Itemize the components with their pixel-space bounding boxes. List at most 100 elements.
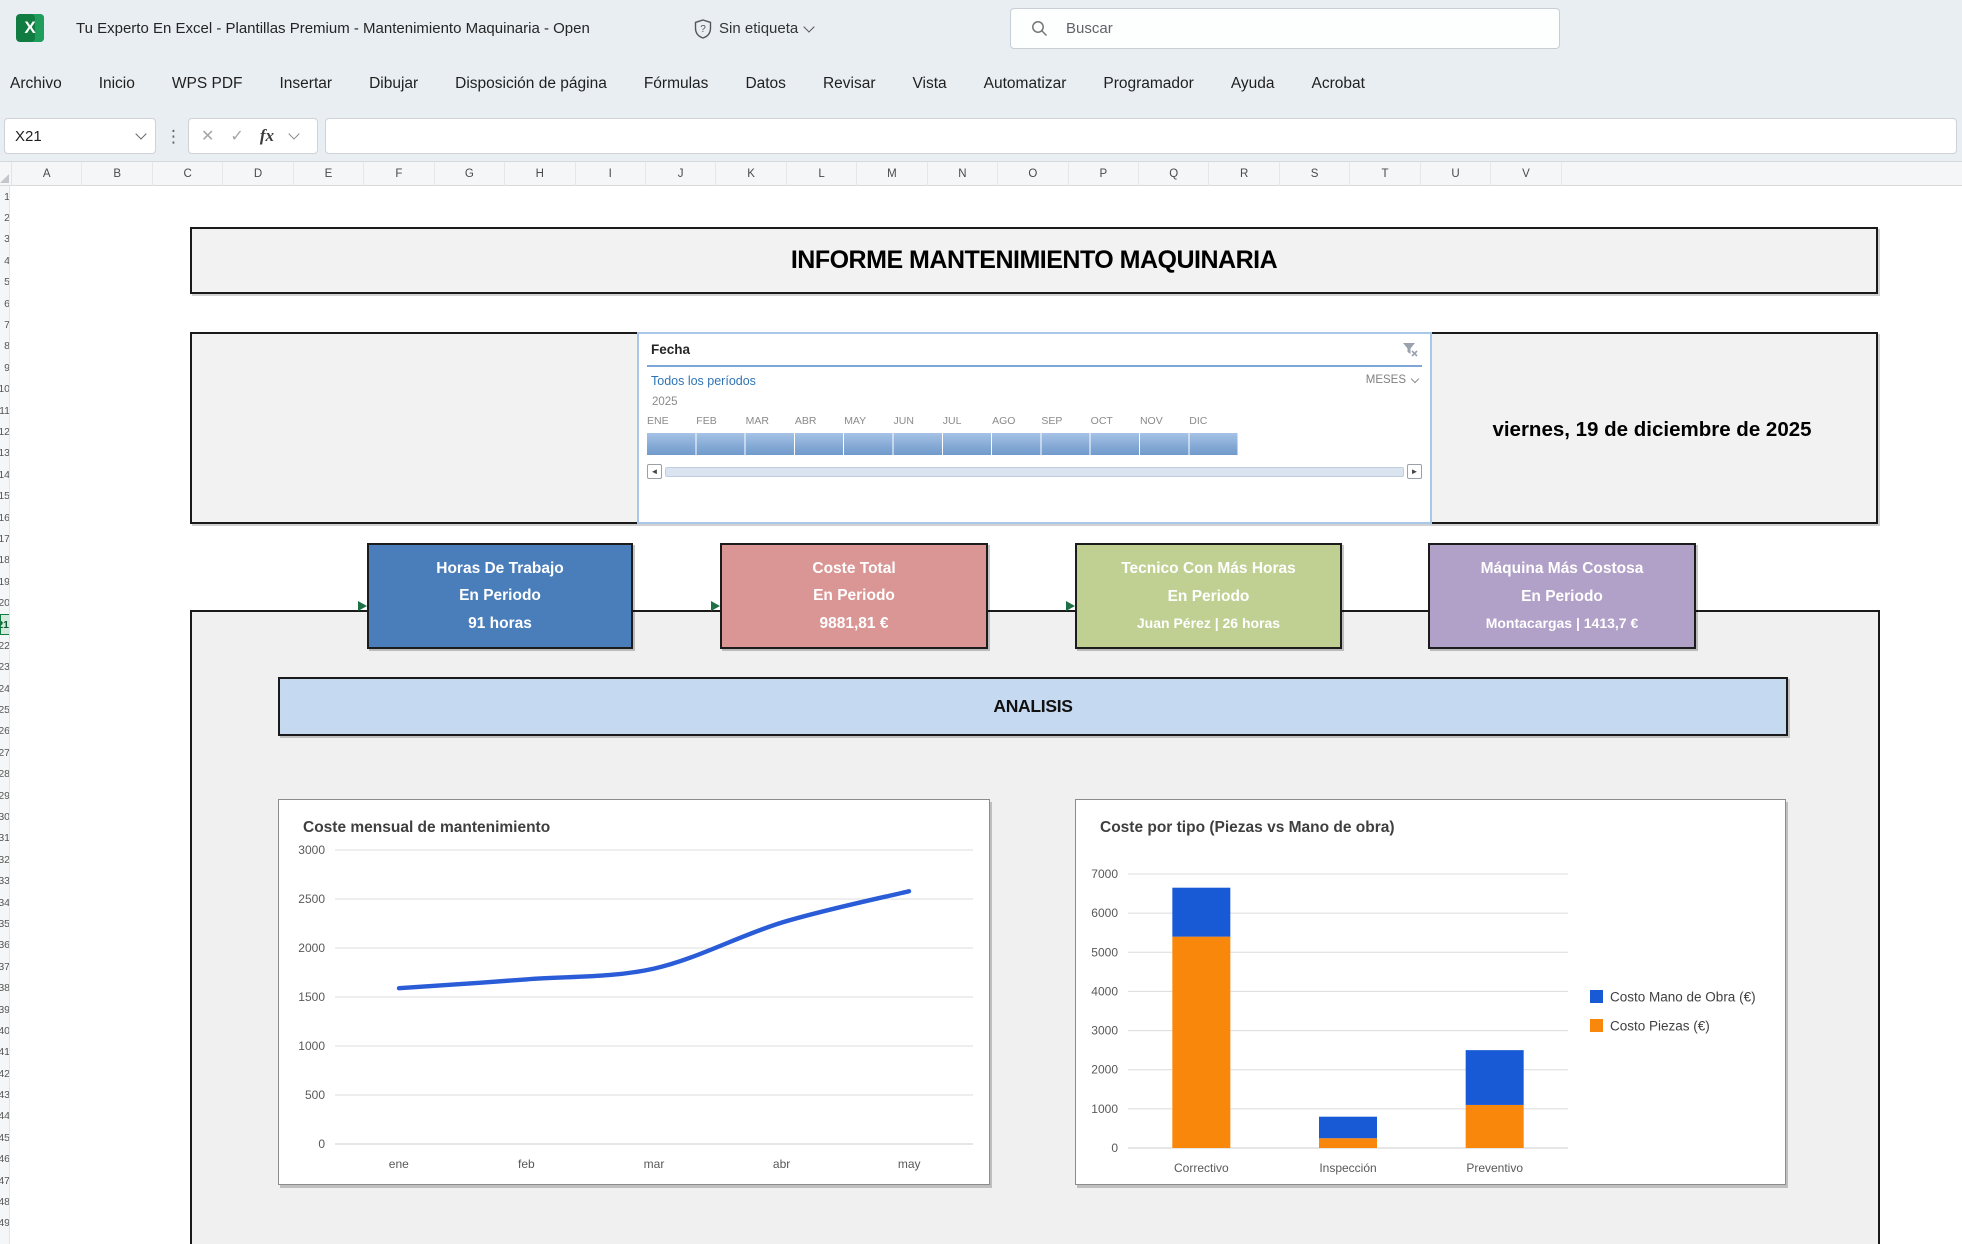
- slicer-month-feb[interactable]: FEB: [696, 415, 745, 429]
- row-header-35[interactable]: 35: [0, 913, 10, 934]
- row-header-46[interactable]: 46: [0, 1149, 10, 1170]
- row-header-34[interactable]: 34: [0, 892, 10, 913]
- row-header-12[interactable]: 12: [0, 421, 10, 442]
- column-header-J[interactable]: J: [646, 162, 716, 186]
- ribbon-tab-automatizar[interactable]: Automatizar: [984, 75, 1067, 93]
- column-header-R[interactable]: R: [1209, 162, 1279, 186]
- slicer-month-jun[interactable]: JUN: [893, 415, 942, 429]
- slicer-month-nov[interactable]: NOV: [1140, 415, 1189, 429]
- ribbon-tab-wps-pdf[interactable]: WPS PDF: [172, 75, 243, 93]
- search-box[interactable]: [1010, 8, 1560, 49]
- search-input[interactable]: [1064, 19, 1504, 38]
- ribbon-tab-revisar[interactable]: Revisar: [823, 75, 876, 93]
- slicer-scrollbar[interactable]: [665, 467, 1404, 477]
- column-header-N[interactable]: N: [928, 162, 998, 186]
- row-header-8[interactable]: 8: [0, 336, 10, 357]
- row-header-48[interactable]: 48: [0, 1191, 10, 1212]
- column-header-S[interactable]: S: [1280, 162, 1350, 186]
- enter-icon[interactable]: ✓: [230, 126, 243, 146]
- column-header-E[interactable]: E: [294, 162, 364, 186]
- slicer-selection-bar[interactable]: [647, 433, 1238, 455]
- slicer-month-mar[interactable]: MAR: [746, 415, 795, 429]
- row-header-27[interactable]: 27: [0, 742, 10, 763]
- row-header-24[interactable]: 24: [0, 678, 10, 699]
- ribbon-tab-disposición-de-página[interactable]: Disposición de página: [455, 75, 607, 93]
- row-header-3[interactable]: 3: [0, 229, 10, 250]
- slicer-month-ene[interactable]: ENE: [647, 415, 696, 429]
- column-header-K[interactable]: K: [716, 162, 786, 186]
- row-header-14[interactable]: 14: [0, 464, 10, 485]
- column-header-I[interactable]: I: [576, 162, 646, 186]
- column-header-V[interactable]: V: [1491, 162, 1561, 186]
- column-header-U[interactable]: U: [1421, 162, 1491, 186]
- column-header-G[interactable]: G: [435, 162, 505, 186]
- row-header-18[interactable]: 18: [0, 550, 10, 571]
- slicer-month-jul[interactable]: JUL: [943, 415, 992, 429]
- cancel-icon[interactable]: ✕: [201, 126, 214, 146]
- row-header-31[interactable]: 31: [0, 828, 10, 849]
- slicer-month-sep[interactable]: SEP: [1041, 415, 1090, 429]
- row-header-42[interactable]: 42: [0, 1063, 10, 1084]
- row-header-49[interactable]: 49: [0, 1213, 10, 1234]
- row-header-33[interactable]: 33: [0, 871, 10, 892]
- row-header-13[interactable]: 13: [0, 443, 10, 464]
- row-header-41[interactable]: 41: [0, 1042, 10, 1063]
- column-header-Q[interactable]: Q: [1139, 162, 1209, 186]
- ribbon-tab-insertar[interactable]: Insertar: [280, 75, 333, 93]
- row-header-37[interactable]: 37: [0, 956, 10, 977]
- slicer-month-may[interactable]: MAY: [844, 415, 893, 429]
- ribbon-tab-datos[interactable]: Datos: [745, 75, 786, 93]
- row-header-45[interactable]: 45: [0, 1127, 10, 1148]
- ribbon-tab-fórmulas[interactable]: Fórmulas: [644, 75, 709, 93]
- row-header-17[interactable]: 17: [0, 528, 10, 549]
- row-header-7[interactable]: 7: [0, 314, 10, 335]
- column-header-C[interactable]: C: [153, 162, 223, 186]
- column-header-O[interactable]: O: [998, 162, 1068, 186]
- row-header-20[interactable]: 20: [0, 592, 10, 613]
- clear-filter-icon[interactable]: [1400, 340, 1420, 360]
- row-header-9[interactable]: 9: [0, 357, 10, 378]
- row-header-2[interactable]: 2: [0, 207, 10, 228]
- slicer-month-ago[interactable]: AGO: [992, 415, 1041, 429]
- name-box[interactable]: X21: [4, 118, 156, 154]
- column-header-P[interactable]: P: [1069, 162, 1139, 186]
- row-header-44[interactable]: 44: [0, 1106, 10, 1127]
- row-header-43[interactable]: 43: [0, 1084, 10, 1105]
- row-header-1[interactable]: 1: [0, 186, 10, 207]
- row-header-32[interactable]: 32: [0, 849, 10, 870]
- row-header-38[interactable]: 38: [0, 977, 10, 998]
- ribbon-tab-archivo[interactable]: Archivo: [10, 75, 62, 93]
- ribbon-tab-programador[interactable]: Programador: [1103, 75, 1193, 93]
- formula-bar-handle[interactable]: ⋮: [165, 127, 182, 147]
- insert-function-icon[interactable]: fx: [260, 126, 274, 146]
- column-header-L[interactable]: L: [787, 162, 857, 186]
- row-header-5[interactable]: 5: [0, 272, 10, 293]
- slicer-scroll-right-button[interactable]: ►: [1407, 464, 1422, 479]
- ribbon-tab-inicio[interactable]: Inicio: [99, 75, 135, 93]
- ribbon-tab-dibujar[interactable]: Dibujar: [369, 75, 418, 93]
- row-header-25[interactable]: 25: [0, 699, 10, 720]
- row-header-4[interactable]: 4: [0, 250, 10, 271]
- row-header-10[interactable]: 10: [0, 379, 10, 400]
- row-header-40[interactable]: 40: [0, 1020, 10, 1041]
- column-header-F[interactable]: F: [364, 162, 434, 186]
- column-header-A[interactable]: A: [12, 162, 82, 186]
- column-header-T[interactable]: T: [1350, 162, 1420, 186]
- row-header-29[interactable]: 29: [0, 785, 10, 806]
- row-header-26[interactable]: 26: [0, 721, 10, 742]
- select-all-corner[interactable]: [0, 162, 12, 186]
- sensitivity-label-button[interactable]: ? Sin etiqueta: [694, 0, 813, 57]
- row-header-30[interactable]: 30: [0, 806, 10, 827]
- column-header-M[interactable]: M: [857, 162, 927, 186]
- row-header-21[interactable]: 21: [0, 614, 10, 635]
- slicer-scroll-left-button[interactable]: ◄: [647, 464, 662, 479]
- row-header-28[interactable]: 28: [0, 764, 10, 785]
- slicer-granularity-dropdown[interactable]: MESES: [1366, 374, 1418, 386]
- row-header-11[interactable]: 11: [0, 400, 10, 421]
- ribbon-tab-acrobat[interactable]: Acrobat: [1312, 75, 1365, 93]
- formula-input[interactable]: [325, 118, 1957, 154]
- ribbon-tab-vista[interactable]: Vista: [912, 75, 946, 93]
- slicer-month-dic[interactable]: DIC: [1189, 415, 1238, 429]
- row-header-6[interactable]: 6: [0, 293, 10, 314]
- column-header-D[interactable]: D: [223, 162, 293, 186]
